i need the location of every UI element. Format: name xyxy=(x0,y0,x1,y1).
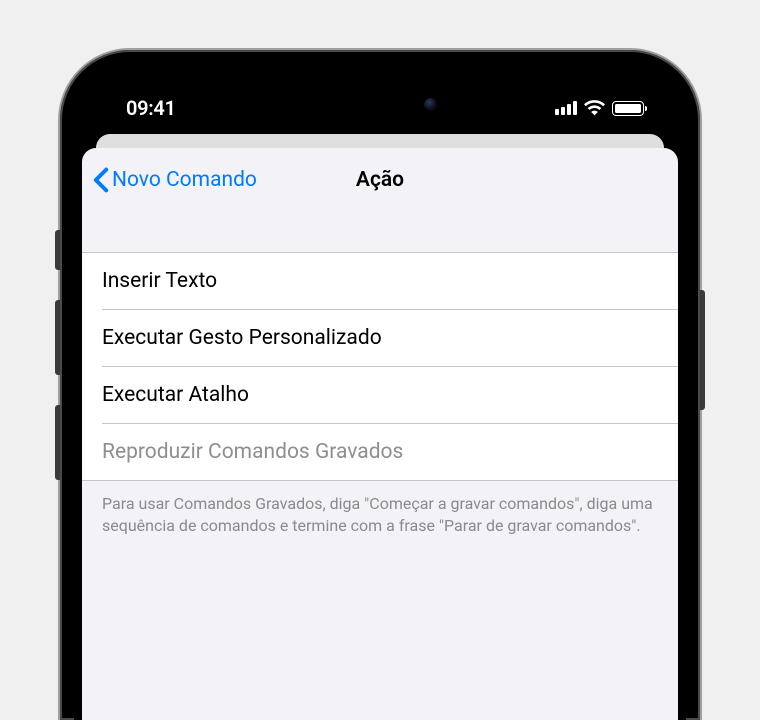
navigation-bar: Novo Comando Ação xyxy=(82,148,678,212)
mute-switch xyxy=(55,230,60,270)
front-camera-icon xyxy=(424,98,437,111)
chevron-left-icon xyxy=(92,167,110,193)
dynamic-island xyxy=(305,82,455,126)
status-icons xyxy=(555,100,644,116)
volume-down-button xyxy=(55,405,60,480)
status-time: 09:41 xyxy=(126,96,176,120)
back-button[interactable]: Novo Comando xyxy=(92,167,257,193)
back-button-label: Novo Comando xyxy=(112,168,257,192)
action-playback-recorded-commands: Reproduzir Comandos Gravados xyxy=(82,424,678,480)
action-run-shortcut[interactable]: Executar Atalho xyxy=(102,367,678,424)
cellular-signal-icon xyxy=(555,101,577,115)
right-side-buttons xyxy=(700,290,705,410)
action-run-custom-gesture[interactable]: Executar Gesto Personalizado xyxy=(102,310,678,367)
action-list: Inserir Texto Executar Gesto Personaliza… xyxy=(82,252,678,481)
battery-icon xyxy=(612,101,644,116)
phone-screen: 09:41 xyxy=(74,64,686,720)
action-insert-text[interactable]: Inserir Texto xyxy=(102,253,678,310)
page-title: Ação xyxy=(356,168,404,192)
power-button xyxy=(700,290,705,410)
left-side-buttons xyxy=(55,230,60,510)
modal-sheet: Novo Comando Ação Inserir Texto Executar… xyxy=(82,148,678,720)
section-footer-text: Para usar Comandos Gravados, diga "Começ… xyxy=(82,481,678,548)
wifi-icon xyxy=(584,100,605,116)
phone-device-frame: 09:41 xyxy=(60,50,700,720)
volume-up-button xyxy=(55,300,60,375)
